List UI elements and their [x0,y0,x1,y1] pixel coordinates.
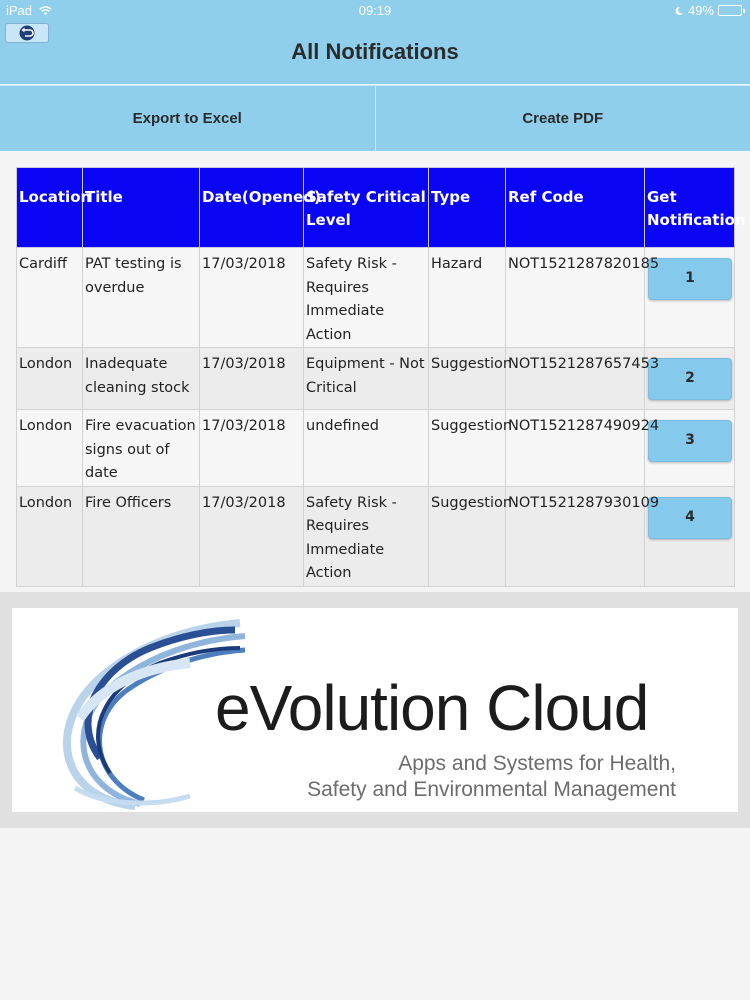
cell-ref: NOT1521287657453 [505,347,659,410]
cell-type: Suggestion [428,347,512,410]
cell-location: Cardiff [16,247,83,348]
column-header-level: Safety Critical Level [303,167,429,248]
cell-level: Safety Risk - Requires Immediate Action [303,247,429,348]
cell-level: Safety Risk - Requires Immediate Action [303,485,429,587]
action-bar: Export to Excel Create PDF [0,85,750,151]
company-logo: eVolution Cloud Apps and Systems for Hea… [12,608,738,812]
cell-type: Suggestion [428,485,512,587]
column-header-get-notification: Get Notification [644,167,746,248]
logo-title: eVolution Cloud [215,672,649,744]
table-row: London Inadequate cleaning stock 17/03/2… [16,347,735,410]
cell-ref: NOT1521287490924 [505,409,659,487]
battery-percent: 49% [687,3,714,18]
get-notification-button[interactable]: 3 [648,420,732,462]
cell-title: Fire evacuation signs out of date [82,409,200,487]
page-title: All Notifications [291,39,459,64]
notifications-table: Location Title Date(Opened) Safety Criti… [16,167,746,587]
status-bar: iPad 09:19 49% [0,0,750,20]
cell-location: London [16,409,83,487]
cell-title: PAT testing is overdue [82,247,200,348]
cell-ref: NOT1521287930109 [505,485,659,587]
battery-icon [718,5,745,16]
cell-level: undefined [303,409,429,487]
table-row: London Fire evacuation signs out of date… [16,409,735,487]
battery-status: 49% [674,3,745,18]
cell-date: 17/03/2018 [199,409,304,487]
moon-icon [675,6,683,15]
cell-ref: NOT1521287820185 [505,247,659,348]
logo-tagline-line-2: Safety and Environmental Management [307,778,676,801]
cell-type: Suggestion [428,409,512,487]
cell-level: Equipment - Not Critical [303,347,429,410]
column-header-date: Date(Opened) [199,167,321,248]
create-pdf-button[interactable]: Create PDF [374,86,750,151]
table-header-row: Location Title Date(Opened) Safety Criti… [16,167,746,248]
export-to-excel-button[interactable]: Export to Excel [0,86,375,151]
notifications-table-container: Location Title Date(Opened) Safety Criti… [16,167,746,587]
cell-title: Inadequate cleaning stock [82,347,200,410]
logo-tagline-line-1: Apps and Systems for Health, [398,752,676,775]
clock: 09:19 [358,3,392,18]
cell-date: 17/03/2018 [199,485,304,587]
column-header-title: Title [82,167,200,248]
column-header-type: Type [428,167,506,248]
cell-title: Fire Officers [82,485,200,587]
cell-type: Hazard [428,247,506,348]
get-notification-button[interactable]: 1 [648,258,732,300]
column-header-location: Location [16,167,91,248]
cell-date: 17/03/2018 [199,247,304,348]
column-header-ref: Ref Code [505,167,645,248]
table-row: Cardiff PAT testing is overdue 17/03/201… [16,247,735,348]
get-notification-button[interactable]: 2 [648,358,732,400]
cell-date: 17/03/2018 [199,347,304,410]
header: All Notifications [0,20,750,84]
cell-location: London [16,485,83,587]
cell-location: London [16,347,83,410]
table-row: London Fire Officers 17/03/2018 Safety R… [16,485,735,587]
get-notification-button[interactable]: 4 [648,496,732,539]
